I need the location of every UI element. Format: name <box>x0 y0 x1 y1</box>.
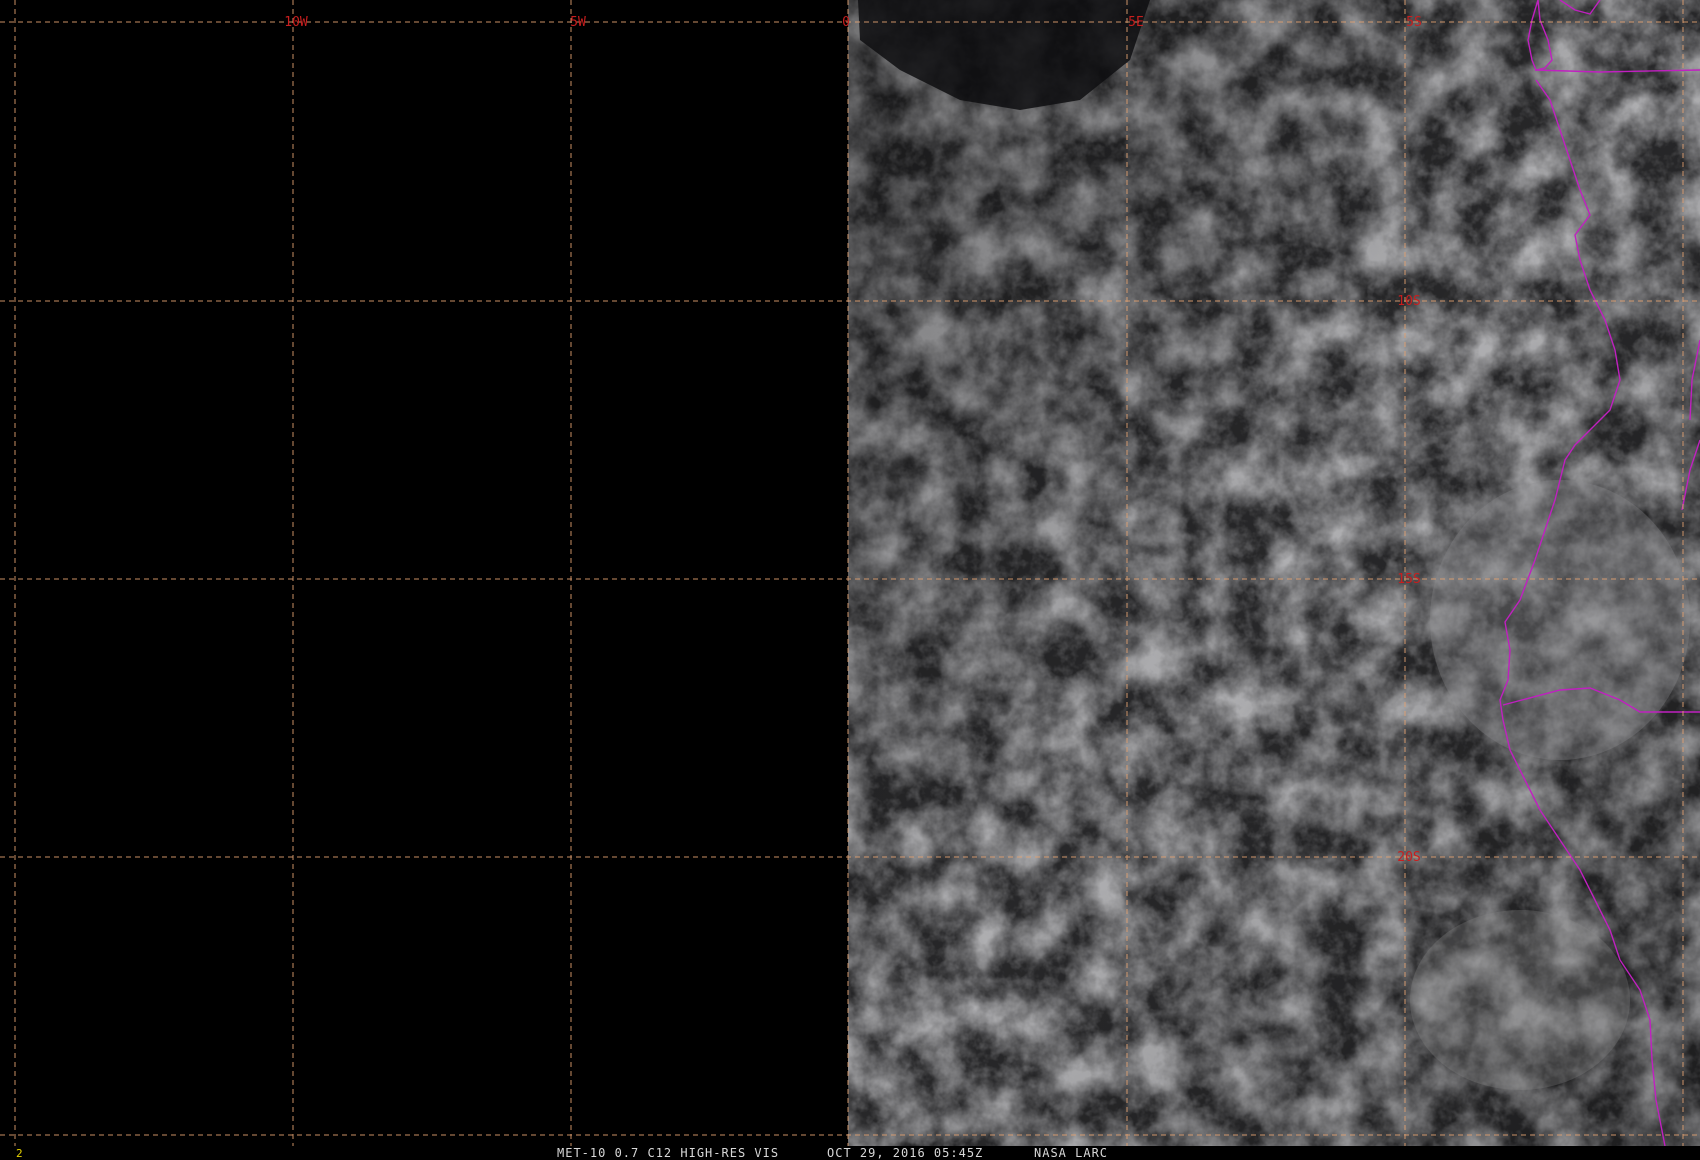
label-lon-5w: 5W <box>570 15 586 30</box>
satellite-imagery <box>848 0 1700 1146</box>
caption-sensor: MET-10 0.7 C12 HIGH-RES VIS <box>557 1146 780 1160</box>
label-lon-0: 0 <box>842 15 850 30</box>
caption-source: NASA LARC <box>1034 1146 1109 1160</box>
label-lat-5s: 5S <box>1406 15 1422 30</box>
satellite-map: 10W 5W 0 5E 5S 10S 15S 20S <box>0 0 1700 1160</box>
frame-number: 2 <box>16 1147 23 1160</box>
label-lon-5e: 5E <box>1128 15 1144 30</box>
caption-datetime: OCT 29, 2016 05:45Z <box>827 1146 984 1160</box>
label-lon-10w: 10W <box>284 15 308 30</box>
label-lat-10s: 10S <box>1397 294 1420 309</box>
label-lat-20s: 20S <box>1397 850 1420 865</box>
label-lat-15s: 15S <box>1397 572 1420 587</box>
